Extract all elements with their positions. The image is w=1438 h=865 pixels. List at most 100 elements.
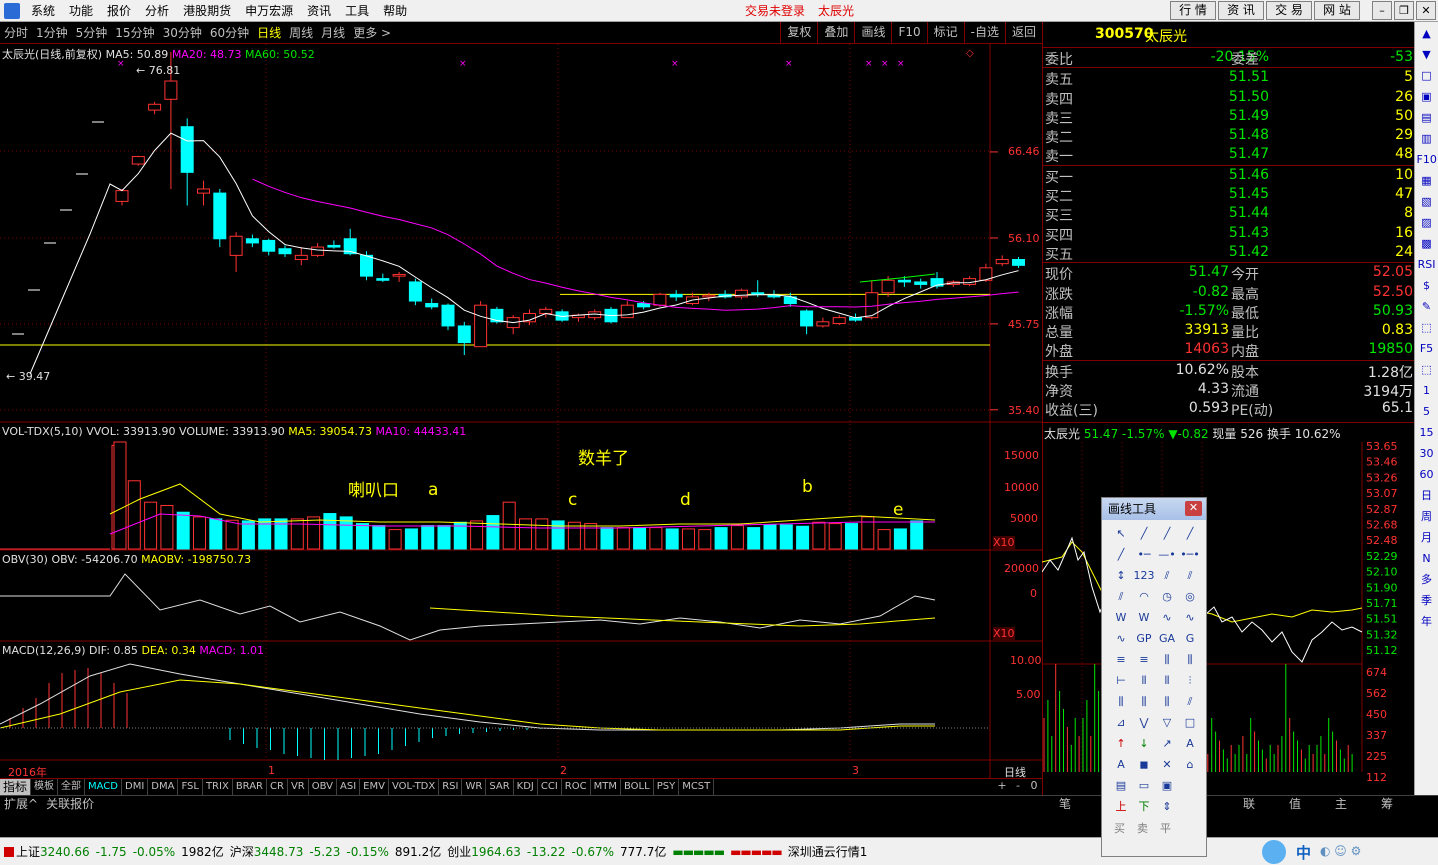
draw-tool-icon[interactable]: ▤ [1110, 776, 1132, 795]
draw-tool-icon[interactable]: ◠ [1133, 587, 1155, 606]
draw-tool-icon[interactable]: G [1179, 629, 1201, 648]
indicator-tab[interactable]: RSI [439, 779, 463, 795]
indicator-tab[interactable]: DMA [148, 779, 179, 795]
f10-button[interactable]: F10 [891, 22, 926, 44]
draw-tool-icon[interactable]: ⇕ [1156, 797, 1178, 816]
tab-scroll-minus[interactable]: - [1010, 779, 1026, 795]
draw-tool-icon[interactable]: GA [1156, 629, 1178, 648]
period-weekly[interactable]: 周线 [285, 22, 317, 44]
indicator-tab[interactable]: 全部 [58, 779, 86, 795]
draw-tool-icon[interactable]: ⋁ [1133, 713, 1155, 732]
strip-tool-icon[interactable]: 15 [1417, 424, 1437, 442]
draw-flat-mark[interactable]: 平 [1160, 820, 1171, 836]
draw-tool-icon[interactable]: ↓ [1133, 734, 1155, 753]
draw-tool-icon[interactable]: GP [1133, 629, 1155, 648]
draw-tool-icon[interactable]: ⌂ [1179, 755, 1201, 774]
draw-tool-icon[interactable]: ◼ [1133, 755, 1155, 774]
tab-main[interactable]: 主 [1318, 795, 1364, 813]
draw-tool-icon[interactable]: —• [1156, 545, 1178, 564]
adjust-button[interactable]: 复权 [780, 22, 817, 44]
indicator-tab[interactable]: 指标 [0, 779, 32, 795]
indicator-tab[interactable]: OBV [309, 779, 338, 795]
draw-tool-close-icon[interactable]: ✕ [1185, 501, 1202, 516]
strip-tool-icon[interactable]: F5 [1417, 340, 1437, 358]
draw-tool-icon[interactable]: ▽ [1156, 713, 1178, 732]
draw-tool-icon[interactable]: ≡ [1110, 650, 1132, 669]
draw-tool-icon[interactable]: ⫽ [1156, 566, 1178, 585]
strip-tool-icon[interactable]: $ [1417, 277, 1437, 295]
strip-tool-icon[interactable]: 季 [1417, 592, 1437, 610]
menu-item-hk-futures[interactable]: 港股期货 [176, 0, 238, 22]
menu-item-function[interactable]: 功能 [62, 0, 100, 22]
indicator-tab[interactable]: MACD [85, 779, 122, 795]
menu-item-help[interactable]: 帮助 [376, 0, 414, 22]
draw-tool-icon[interactable]: ⫶ [1179, 671, 1201, 690]
draw-tool-icon[interactable]: ⊢ [1110, 671, 1132, 690]
menu-item-analysis[interactable]: 分析 [138, 0, 176, 22]
menu-item-swhy[interactable]: 申万宏源 [238, 0, 300, 22]
draw-tool-icon[interactable]: ∿ [1179, 608, 1201, 627]
strip-tool-icon[interactable]: ▲ [1417, 25, 1437, 43]
close-icon[interactable]: ✕ [1416, 1, 1436, 20]
draw-tool-icon[interactable]: 123 [1133, 566, 1155, 585]
draw-tool-icon[interactable]: W [1110, 608, 1132, 627]
expand-tab[interactable]: 扩展^ [0, 796, 42, 813]
period-more[interactable]: 更多 > [349, 22, 395, 44]
restore-icon[interactable]: ❐ [1394, 1, 1414, 20]
related-quote-tab[interactable]: 关联报价 [42, 796, 98, 813]
remove-watchlist-button[interactable]: -自选 [963, 22, 1005, 44]
indicator-tab[interactable]: MCST [679, 779, 715, 795]
draw-tool-icon[interactable]: ⦀ [1133, 671, 1155, 690]
draw-tool-icon[interactable]: A [1179, 734, 1201, 753]
draw-tool-icon[interactable]: ╱ [1179, 524, 1201, 543]
indicator-tab[interactable]: MTM [591, 779, 621, 795]
indicator-tab[interactable]: DMI [122, 779, 149, 795]
login-status[interactable]: 交易未登录 [745, 0, 805, 22]
strip-tool-icon[interactable]: ▦ [1417, 172, 1437, 190]
draw-tool-icon[interactable]: ◎ [1179, 587, 1201, 606]
indicator-tab[interactable]: BOLL [621, 779, 654, 795]
strip-tool-icon[interactable]: 日 [1417, 487, 1437, 505]
draw-line-button[interactable]: 画线 [854, 22, 891, 44]
overlay-button[interactable]: 叠加 [817, 22, 854, 44]
strip-tool-icon[interactable]: 5 [1417, 403, 1437, 421]
period-monthly[interactable]: 月线 [317, 22, 349, 44]
input-method-label[interactable]: 中 [1296, 842, 1311, 863]
draw-tool-icon[interactable]: ▣ [1156, 776, 1178, 795]
draw-tool-icon[interactable]: •─ [1133, 545, 1155, 564]
minimize-icon[interactable]: – [1372, 1, 1392, 20]
indicator-tab[interactable]: ROC [562, 779, 591, 795]
indicator-tab[interactable]: BRAR [233, 779, 268, 795]
menu-item-tools[interactable]: 工具 [338, 0, 376, 22]
draw-tool-icon[interactable]: ⫽ [1179, 692, 1201, 711]
draw-tool-icon[interactable]: □ [1179, 713, 1201, 732]
strip-tool-icon[interactable]: ▼ [1417, 46, 1437, 64]
menu-item-quote[interactable]: 报价 [100, 0, 138, 22]
strip-tool-icon[interactable]: RSI [1417, 256, 1437, 274]
indicator-tab[interactable]: 模板 [31, 779, 59, 795]
strip-tool-icon[interactable]: ▣ [1417, 88, 1437, 106]
period-daily[interactable]: 日线 [253, 22, 285, 44]
cy-index[interactable]: 创业1964.63 [447, 843, 521, 860]
strip-tool-icon[interactable]: ✎ [1417, 298, 1437, 316]
strip-tool-icon[interactable]: 多 [1417, 571, 1437, 589]
draw-tool-icon[interactable]: ∿ [1110, 629, 1132, 648]
indicator-tab[interactable]: ASI [337, 779, 361, 795]
indicator-tab[interactable]: FSL [178, 779, 203, 795]
draw-tool-icon[interactable]: ╱ [1156, 524, 1178, 543]
strip-tool-icon[interactable]: ▤ [1417, 109, 1437, 127]
draw-tool-icon[interactable]: ⦀ [1156, 671, 1178, 690]
strip-tool-icon[interactable]: N [1417, 550, 1437, 568]
tab-related[interactable]: 联 [1226, 795, 1272, 813]
mark-button[interactable]: 标记 [926, 22, 964, 44]
draw-tool-titlebar[interactable]: 画线工具 ✕ [1102, 498, 1206, 520]
tab-trade[interactable]: 交 易 [1266, 1, 1312, 20]
draw-tool-icon[interactable]: ⫽ [1179, 566, 1201, 585]
strip-tool-icon[interactable]: 月 [1417, 529, 1437, 547]
draw-tool-icon[interactable]: 上 [1110, 797, 1132, 816]
draw-tool-icon[interactable]: ◷ [1156, 587, 1178, 606]
draw-sell-mark[interactable]: 卖 [1137, 820, 1148, 836]
period-30min[interactable]: 30分钟 [159, 22, 206, 44]
draw-tool-icon[interactable] [1179, 776, 1201, 795]
draw-tool-icon[interactable]: ╱ [1110, 545, 1132, 564]
